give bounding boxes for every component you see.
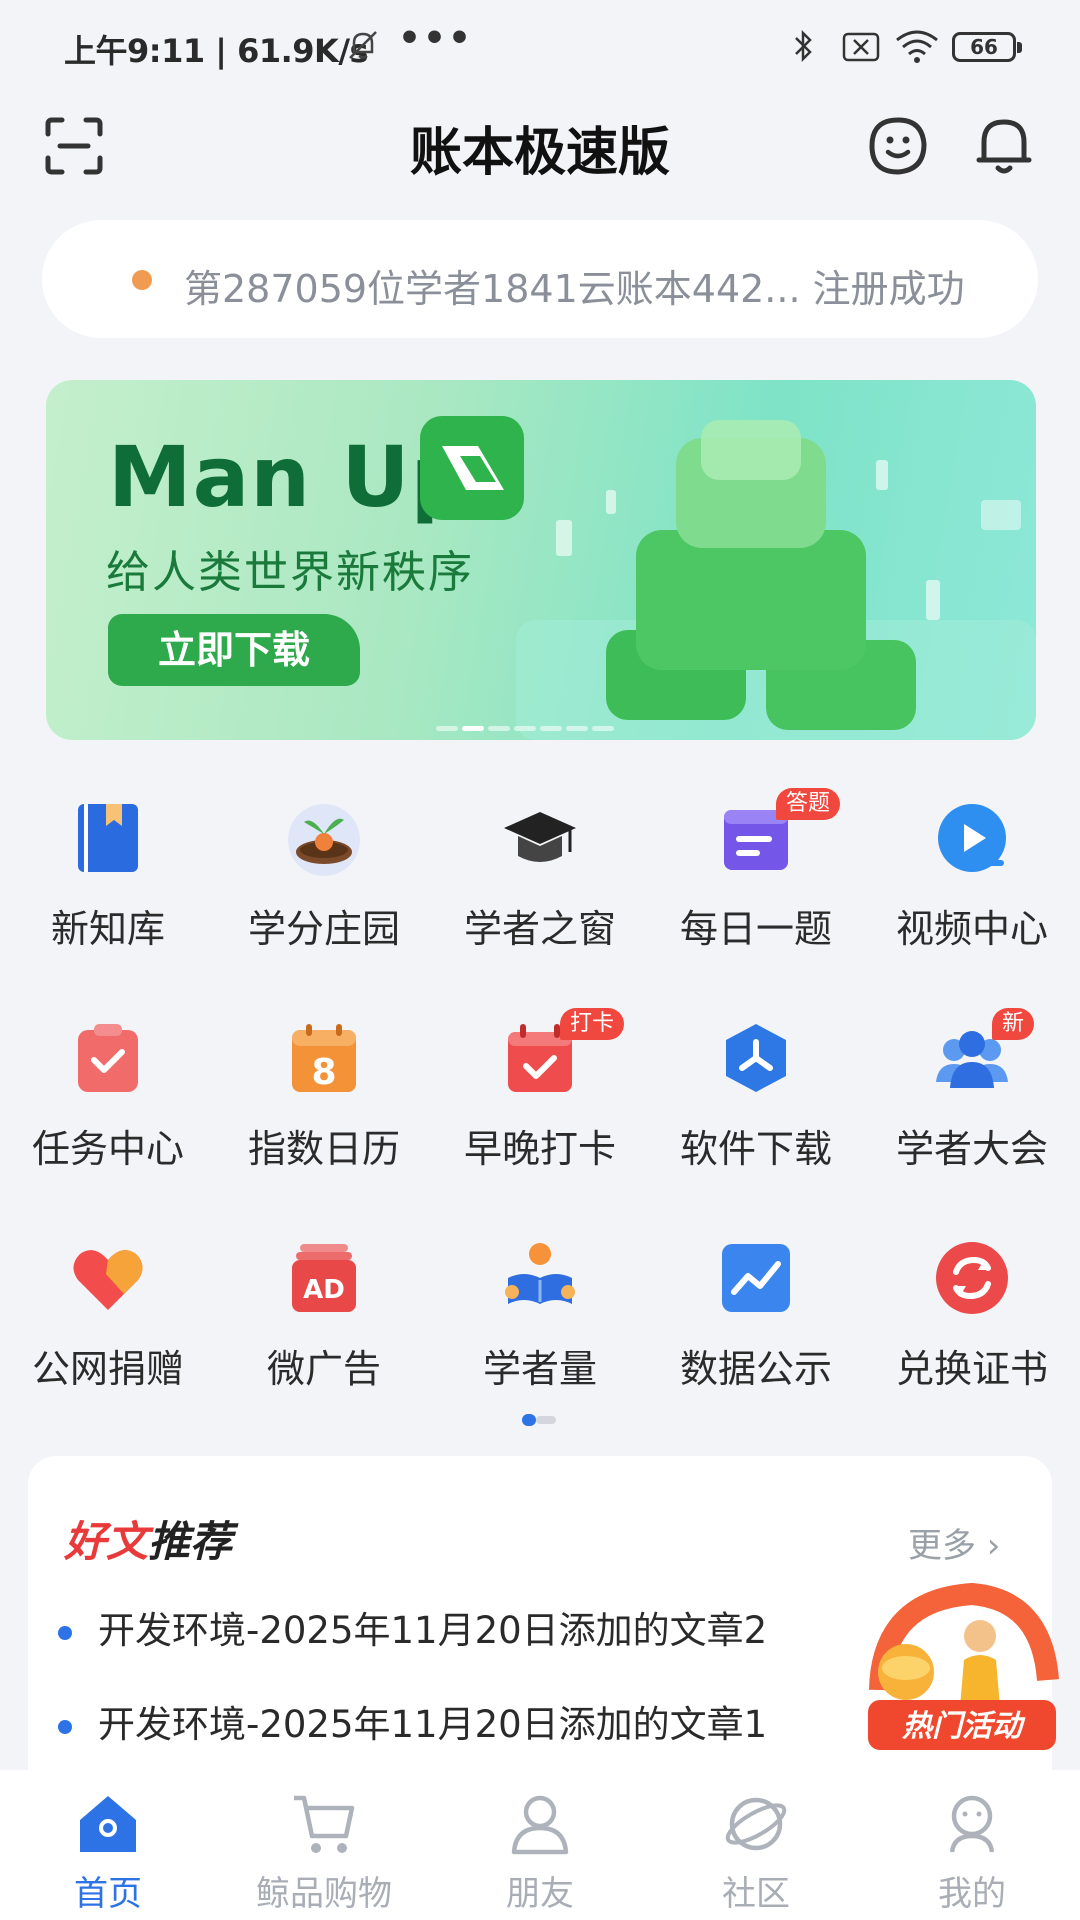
section-title: 好文推荐 [64, 1517, 233, 1566]
grid-item-scholar-window[interactable]: 学者之窗 [432, 780, 648, 1000]
grid-item-task-center[interactable]: 任务中心 [0, 1000, 216, 1220]
banner-subtitle: 给人类世界新秩序 [106, 547, 474, 598]
more-link[interactable]: 更多 › [908, 1518, 1000, 1567]
bullet-dot [58, 1625, 72, 1640]
customer-service-icon[interactable] [866, 114, 930, 178]
app-header: 账本极速版 [0, 96, 1080, 196]
bell-muted-icon [349, 31, 377, 59]
grid-pager [522, 1414, 556, 1426]
grid-label: 学者大会 [895, 1127, 1048, 1171]
promo-banner[interactable]: Man Up 给人类世界新秩序 立即下载 [46, 380, 1036, 740]
tab-mine[interactable]: 我的 [864, 1770, 1080, 1920]
tab-shopping[interactable]: 鲸品购物 [216, 1770, 432, 1920]
book-icon [78, 804, 138, 872]
tab-community[interactable]: 社区 [648, 1770, 864, 1920]
graduation-cap-icon [504, 812, 576, 862]
badge-checkin: 打卡 [560, 1008, 625, 1040]
sim-off-icon [842, 32, 880, 62]
exchange-icon [936, 1242, 1008, 1314]
tab-friends[interactable]: 朋友 [432, 1770, 648, 1920]
tab-label: 鲸品购物 [256, 1874, 392, 1914]
grid-label: 学者之窗 [463, 907, 616, 951]
grid-item-video-center[interactable]: 视频中心 [864, 780, 1080, 1000]
home-icon [80, 1796, 136, 1852]
grid-label: 视频中心 [895, 907, 1048, 951]
tab-label: 朋友 [506, 1874, 574, 1914]
hot-activity-float-icon[interactable]: 热门活动 [862, 1580, 1062, 1760]
bell-icon[interactable] [974, 114, 1034, 178]
grid-item-micro-ad[interactable]: AD 微广告 [216, 1220, 432, 1440]
ad-icon: AD [292, 1244, 356, 1312]
tab-label: 首页 [74, 1874, 142, 1914]
sprout-pot-icon [288, 804, 360, 876]
battery-icon: 66 [952, 32, 1022, 62]
tab-label: 社区 [722, 1874, 790, 1914]
grid-label: 任务中心 [31, 1127, 184, 1171]
status-more: ••• [398, 18, 474, 59]
wifi-icon [896, 30, 938, 63]
article-item[interactable]: 开发环境-2025年11月20日添加的文章1 [58, 1694, 767, 1748]
grid-item-checkin[interactable]: 打卡 早晚打卡 [432, 1000, 648, 1220]
bluetooth-icon [795, 29, 812, 63]
grid-item-credit-farm[interactable]: 学分庄园 [216, 780, 432, 1000]
calendar-8-icon: 8 [292, 1024, 356, 1093]
status-bar: 上午9:11 | 61.9K/s ••• 66 [0, 0, 1080, 96]
heart-icon [73, 1250, 143, 1310]
grid-item-index-calendar[interactable]: 8 指数日历 [216, 1000, 432, 1220]
grid-item-daily-question[interactable]: 答题 每日一题 [648, 780, 864, 1000]
grid-item-donation[interactable]: 公网捐赠 [0, 1220, 216, 1440]
grid-label: 微广告 [266, 1347, 381, 1391]
badge-new: 新 [992, 1008, 1035, 1040]
grid-label: 指数日历 [247, 1127, 400, 1171]
status-time: 上午9:11 | 61.9K/s [64, 32, 369, 70]
banner-pager [436, 716, 656, 731]
profile-icon [949, 1795, 995, 1853]
svg-text:AD: AD [303, 1275, 345, 1305]
tab-label: 我的 [938, 1874, 1006, 1914]
grid-item-software-download[interactable]: 软件下载 [648, 1000, 864, 1220]
notice-text: 第287059位学者1841云账本442... 注册成功 [184, 267, 965, 311]
grid-label: 学者量 [482, 1347, 597, 1391]
grid-label: 公网捐赠 [31, 1347, 184, 1391]
cart-icon [294, 1795, 355, 1853]
svg-text:热门活动: 热门活动 [901, 1709, 1026, 1744]
grid-label: 新知库 [50, 907, 165, 951]
grid-item-data-disclosure[interactable]: 数据公示 [648, 1220, 864, 1440]
tab-home[interactable]: 首页 [0, 1770, 216, 1920]
banner-headline: Man Up [108, 428, 472, 526]
task-clipboard-icon [78, 1024, 138, 1092]
grid-label: 学分庄园 [247, 907, 400, 951]
grid-label: 软件下载 [679, 1127, 832, 1171]
grid-label: 每日一题 [679, 907, 832, 951]
grid-item-knowledge[interactable]: 新知库 [0, 780, 216, 1000]
app-logo-icon [420, 416, 524, 520]
badge-answer: 答题 [776, 788, 841, 820]
grid-label: 早晚打卡 [463, 1127, 616, 1171]
svg-text:8: 8 [311, 1052, 336, 1093]
bottom-tab-bar: 首页 鲸品购物 朋友 社区 我的 [0, 1770, 1080, 1920]
friend-icon [511, 1795, 569, 1855]
grid-item-scholar-amount[interactable]: 学者量 [432, 1220, 648, 1440]
download-button[interactable]: 立即下载 [108, 614, 360, 686]
bullet-dot [58, 1719, 72, 1734]
trend-chart-icon [722, 1244, 790, 1312]
green-blocks-illustration [516, 420, 1036, 740]
grid-label: 兑换证书 [895, 1347, 1048, 1391]
article-item[interactable]: 开发环境-2025年11月20日添加的文章2 [58, 1600, 767, 1654]
software-hex-icon [726, 1024, 786, 1092]
reader-icon [505, 1243, 575, 1304]
video-play-icon [938, 804, 1006, 872]
notice-ticker[interactable]: 第287059位学者1841云账本442... 注册成功 [42, 220, 1038, 338]
grid-label: 数据公示 [679, 1347, 832, 1391]
grid-item-redeem-certificate[interactable]: 兑换证书 [864, 1220, 1080, 1440]
planet-icon [725, 1797, 787, 1851]
notice-dot [132, 270, 152, 290]
grid-item-scholar-conference[interactable]: 新 学者大会 [864, 1000, 1080, 1220]
